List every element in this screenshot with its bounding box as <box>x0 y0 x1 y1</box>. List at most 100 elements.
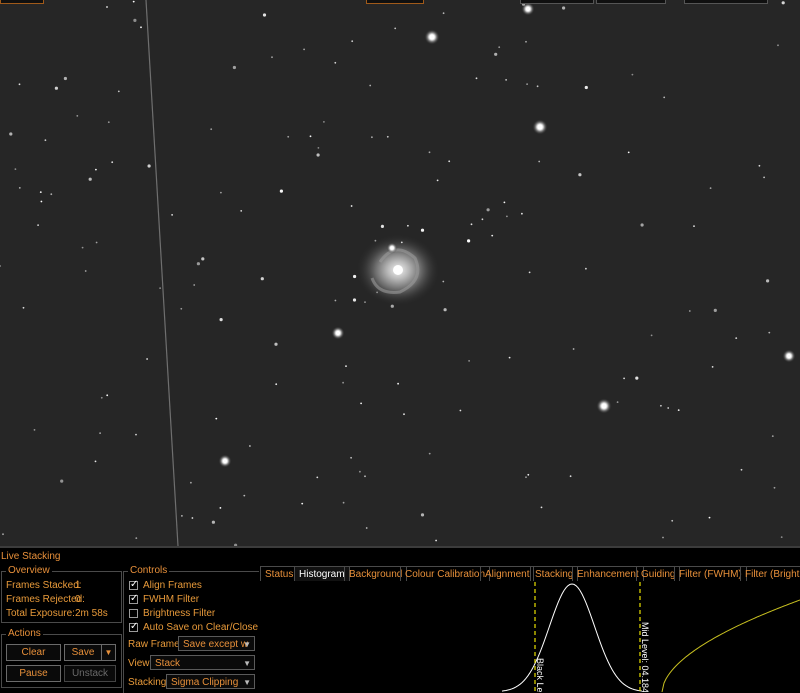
star <box>33 429 36 431</box>
star <box>528 271 531 274</box>
star <box>390 304 394 308</box>
star <box>635 376 639 380</box>
star <box>345 365 347 367</box>
tab-filter-brightne[interactable]: Filter (Brightne <box>740 566 800 581</box>
star <box>220 191 222 194</box>
star <box>394 27 397 30</box>
star <box>525 40 527 43</box>
star <box>2 533 4 536</box>
star <box>773 486 776 489</box>
star <box>132 0 135 3</box>
total-exposure-label: Total Exposure: <box>6 608 75 619</box>
checkbox-label: FWHM Filter <box>143 594 200 605</box>
chevron-down-icon: ▼ <box>243 659 251 668</box>
tab-histogram[interactable]: Histogram <box>294 566 350 581</box>
raw-frames-select[interactable]: Save except w ▼ <box>178 636 255 651</box>
overview-group: Overview Frames Stacked: 1 Frames Reject… <box>1 565 122 623</box>
star <box>506 215 508 218</box>
tab-alignment[interactable]: Alignment <box>480 566 535 581</box>
actions-group: Actions Clear Save ▼ Pause Unstack <box>1 628 122 688</box>
star <box>201 257 205 261</box>
star <box>428 452 431 455</box>
star <box>301 502 304 505</box>
tab-bar: Status Histogram Background Colour Calibrat… <box>260 566 800 582</box>
star-core <box>537 124 543 130</box>
star <box>147 164 151 168</box>
star <box>540 506 543 509</box>
tab-enhancement[interactable]: Enhancement <box>572 566 644 581</box>
star <box>677 409 680 411</box>
star <box>100 396 103 399</box>
star <box>616 401 619 403</box>
chevron-down-icon: ▼ <box>104 648 113 657</box>
star <box>350 205 353 207</box>
star <box>44 139 47 142</box>
top-toolbar-edge <box>366 0 424 4</box>
star <box>63 76 67 81</box>
star <box>140 26 142 29</box>
star <box>569 475 572 478</box>
top-toolbar-edge <box>520 0 594 4</box>
unstack-button[interactable]: Unstack <box>64 665 116 682</box>
actions-title: Actions <box>6 628 43 639</box>
star <box>76 115 79 117</box>
stacking-label: Stacking <box>128 677 167 688</box>
tab-colour-calibration[interactable]: Colour Calibration <box>400 566 491 581</box>
checkbox[interactable]: ✓ <box>129 621 138 632</box>
star <box>146 358 149 360</box>
view-select[interactable]: Stack ▼ <box>150 655 255 670</box>
checkbox[interactable]: ✓ <box>129 593 138 604</box>
star <box>260 277 264 281</box>
star <box>334 299 337 302</box>
star <box>443 308 447 312</box>
star <box>369 84 372 87</box>
star <box>54 86 59 90</box>
star-core <box>390 246 394 250</box>
tab-filter-fwhm[interactable]: Filter (FWHM) <box>674 566 747 581</box>
star <box>708 516 711 519</box>
raw-frames-value: Save except w <box>183 639 249 650</box>
star <box>374 239 377 242</box>
star <box>631 73 634 76</box>
star <box>376 291 378 294</box>
star <box>380 224 384 228</box>
stacking-select[interactable]: Sigma Clipping ▼ <box>166 674 255 689</box>
save-dropdown-button[interactable]: ▼ <box>101 644 116 661</box>
star <box>274 342 278 346</box>
view-label: View <box>128 658 150 669</box>
total-exposure-value: 2m 58s <box>75 608 108 619</box>
save-button[interactable]: Save <box>64 644 102 661</box>
star <box>309 135 312 138</box>
tab-background[interactable]: Background <box>344 566 408 581</box>
star <box>40 200 43 203</box>
star-core <box>601 403 607 409</box>
star <box>18 187 21 189</box>
star <box>18 83 21 86</box>
checkbox[interactable]: ✓ <box>129 579 138 590</box>
star <box>481 218 484 221</box>
star <box>159 287 162 289</box>
star <box>219 318 223 322</box>
star <box>627 151 630 154</box>
star <box>37 224 39 227</box>
star <box>486 208 490 212</box>
star-core <box>222 458 228 464</box>
histogram-view[interactable]: Black Level Mid Level: 04.184 <box>262 582 800 692</box>
star <box>763 176 765 179</box>
star <box>578 173 582 177</box>
star <box>780 536 783 538</box>
star <box>660 404 662 407</box>
raw-frames-label: Raw Frames <box>128 639 185 650</box>
clear-button[interactable]: Clear <box>6 644 61 661</box>
checkbox-label: Align Frames <box>143 580 202 591</box>
live-stacking-panel: Live Stacking Overview Frames Stacked: 1… <box>0 546 800 693</box>
star <box>364 475 366 478</box>
pause-button[interactable]: Pause <box>6 665 61 682</box>
image-viewer[interactable] <box>0 0 800 546</box>
checkbox[interactable] <box>129 609 138 618</box>
star <box>536 85 539 88</box>
star <box>0 265 1 267</box>
star <box>400 241 403 244</box>
star <box>403 413 405 416</box>
tab-status[interactable]: Status <box>260 566 299 581</box>
